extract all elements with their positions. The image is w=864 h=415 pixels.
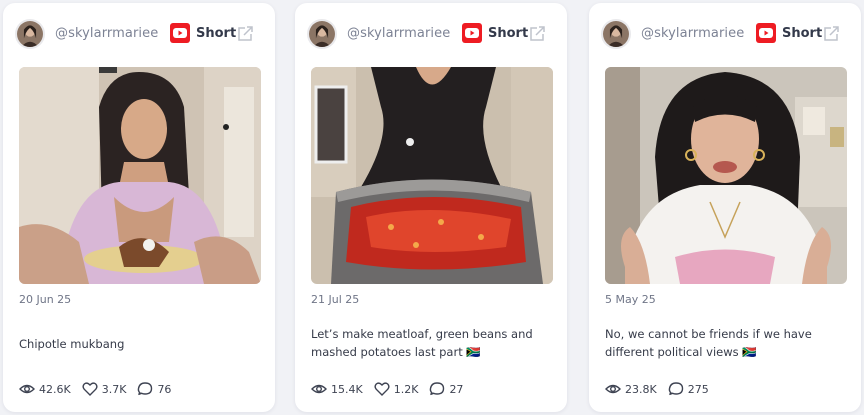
heart-icon (82, 382, 98, 396)
comment-icon (430, 382, 445, 396)
post-date: 20 Jun 25 (19, 293, 72, 306)
avatar[interactable] (307, 19, 337, 49)
views-count: 42.6K (39, 382, 71, 396)
content-type-label: Short (782, 26, 823, 41)
video-thumbnail[interactable] (605, 67, 847, 284)
card-header: @skylarrmariee Short (3, 3, 275, 63)
stats-row: 42.6K 3.7K 76 (19, 379, 182, 399)
views-count: 23.8K (625, 382, 657, 396)
likes-count: 1.2K (393, 382, 419, 396)
card-header: @skylarrmariee Short (295, 3, 567, 63)
post-card-1[interactable]: @skylarrmariee Short 20 Jun 25 Chipotle … (3, 3, 275, 412)
post-caption: No, we cannot be friends if we have diff… (605, 327, 812, 359)
youtube-icon (462, 23, 482, 43)
comments-count: 76 (157, 382, 172, 396)
avatar[interactable] (15, 19, 45, 49)
youtube-icon (756, 23, 776, 43)
post-date: 5 May 25 (605, 293, 656, 306)
likes-stat: 1.2K (374, 381, 419, 397)
stats-row: 15.4K 1.2K 27 (311, 379, 474, 399)
eye-icon (311, 384, 327, 394)
views-stat: 15.4K (311, 381, 363, 397)
eye-icon (19, 384, 35, 394)
video-thumbnail[interactable] (19, 67, 261, 284)
post-card-3[interactable]: @skylarrmariee Short 5 May 25 No, we can… (589, 3, 861, 412)
content-type-label: Short (196, 26, 237, 41)
video-thumbnail[interactable] (311, 67, 553, 284)
username[interactable]: @skylarrmariee (347, 26, 450, 41)
username[interactable]: @skylarrmariee (641, 26, 744, 41)
comment-icon (668, 382, 683, 396)
content-type-label: Short (488, 26, 529, 41)
stats-row: 23.8K 275 (605, 379, 720, 399)
eye-icon (605, 384, 621, 394)
views-count: 15.4K (331, 382, 363, 396)
card-header: @skylarrmariee Short (589, 3, 861, 63)
comments-stat: 27 (429, 381, 463, 397)
views-stat: 23.8K (605, 381, 657, 397)
post-caption: Chipotle mukbang (19, 337, 125, 351)
comments-stat: 275 (668, 381, 709, 397)
likes-count: 3.7K (101, 382, 127, 396)
post-caption: Let’s make meatloaf, green beans and mas… (311, 327, 533, 359)
external-link-icon[interactable] (528, 25, 546, 43)
comments-stat: 76 (137, 381, 171, 397)
likes-stat: 3.7K (82, 381, 127, 397)
external-link-icon[interactable] (822, 25, 840, 43)
youtube-icon (170, 23, 190, 43)
external-link-icon[interactable] (236, 25, 254, 43)
comment-icon (138, 382, 153, 396)
views-stat: 42.6K (19, 381, 71, 397)
username[interactable]: @skylarrmariee (55, 26, 158, 41)
comments-count: 275 (687, 382, 709, 396)
avatar[interactable] (601, 19, 631, 49)
heart-icon (374, 382, 390, 396)
post-card-2[interactable]: @skylarrmariee Short 21 Jul 25 Let’s mak… (295, 3, 567, 412)
post-date: 21 Jul 25 (311, 293, 360, 306)
comments-count: 27 (449, 382, 464, 396)
